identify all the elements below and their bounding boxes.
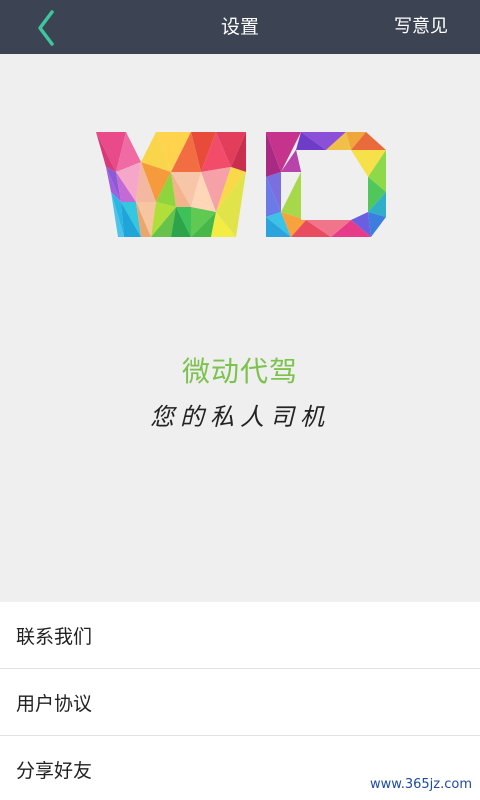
wd-logo-icon bbox=[96, 132, 386, 237]
brand-name: 微动代驾 bbox=[181, 355, 298, 388]
brand-slogan: 您的私人司机 bbox=[150, 403, 330, 431]
menu-item-user-agreement[interactable]: 用户协议 bbox=[0, 669, 480, 736]
site-watermark: www.365jz.com bbox=[370, 777, 472, 792]
menu-item-label: 用户协议 bbox=[16, 692, 93, 715]
settings-menu: 联系我们 用户协议 分享好友 bbox=[0, 602, 480, 800]
menu-item-label: 联系我们 bbox=[16, 625, 93, 648]
menu-item-contact-us[interactable]: 联系我们 bbox=[0, 602, 480, 669]
feedback-button[interactable]: 写意见 bbox=[394, 0, 448, 54]
app-hero: 微动代驾 您的私人司机 bbox=[0, 54, 480, 602]
top-nav-bar: 设置 写意见 bbox=[0, 0, 480, 54]
menu-item-label: 分享好友 bbox=[16, 760, 93, 782]
